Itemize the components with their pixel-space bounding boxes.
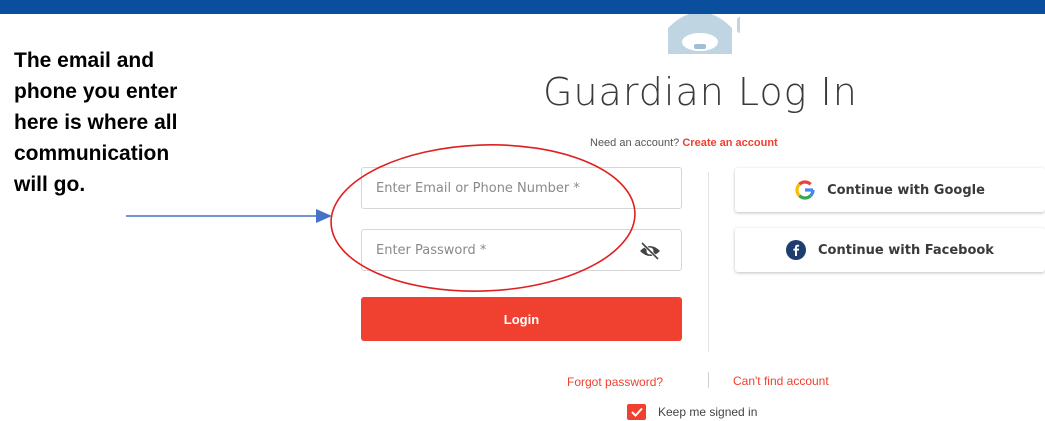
- check-icon: [630, 407, 643, 417]
- facebook-button-label: Continue with Facebook: [818, 242, 994, 258]
- links-divider: [708, 372, 709, 388]
- page-title: Guardian Log In: [543, 70, 858, 114]
- need-account-text: Need an account?: [590, 137, 680, 149]
- forgot-password-link[interactable]: Forgot password?: [567, 375, 663, 389]
- continue-with-facebook-button[interactable]: Continue with Facebook: [735, 228, 1045, 272]
- google-button-label: Continue with Google: [827, 182, 985, 198]
- facebook-icon: [786, 240, 807, 260]
- annotation-arrow: [126, 209, 332, 223]
- annotation-circle: [330, 144, 636, 292]
- annotation-line: here is where all: [14, 111, 178, 134]
- annotation-line: phone you enter: [14, 80, 178, 103]
- keep-signed-in-checkbox[interactable]: [627, 404, 646, 420]
- password-input[interactable]: [376, 242, 681, 258]
- login-button[interactable]: Login: [361, 297, 682, 341]
- create-account-link[interactable]: Create an account: [682, 137, 777, 149]
- email-field[interactable]: [361, 167, 682, 209]
- need-account-line: Need an account? Create an account: [590, 137, 778, 149]
- keep-signed-in-label: Keep me signed in: [658, 405, 758, 419]
- top-bar: [0, 0, 1045, 14]
- continue-with-google-button[interactable]: Continue with Google: [735, 168, 1045, 212]
- annotation-line: The email and: [14, 49, 155, 72]
- cant-find-account-link[interactable]: Can't find account: [733, 374, 829, 388]
- eye-slash-icon[interactable]: [639, 242, 661, 260]
- google-icon: [795, 180, 815, 200]
- annotation-line: communication: [14, 142, 170, 165]
- password-field[interactable]: [361, 229, 682, 271]
- annotation-text: The email and phone you enter here is wh…: [14, 45, 264, 200]
- email-input[interactable]: [376, 180, 681, 196]
- vertical-divider: [708, 172, 709, 352]
- keep-signed-in-row[interactable]: Keep me signed in: [627, 404, 757, 420]
- guardian-logo-icon: [668, 14, 740, 54]
- annotation-line: will go.: [14, 173, 86, 196]
